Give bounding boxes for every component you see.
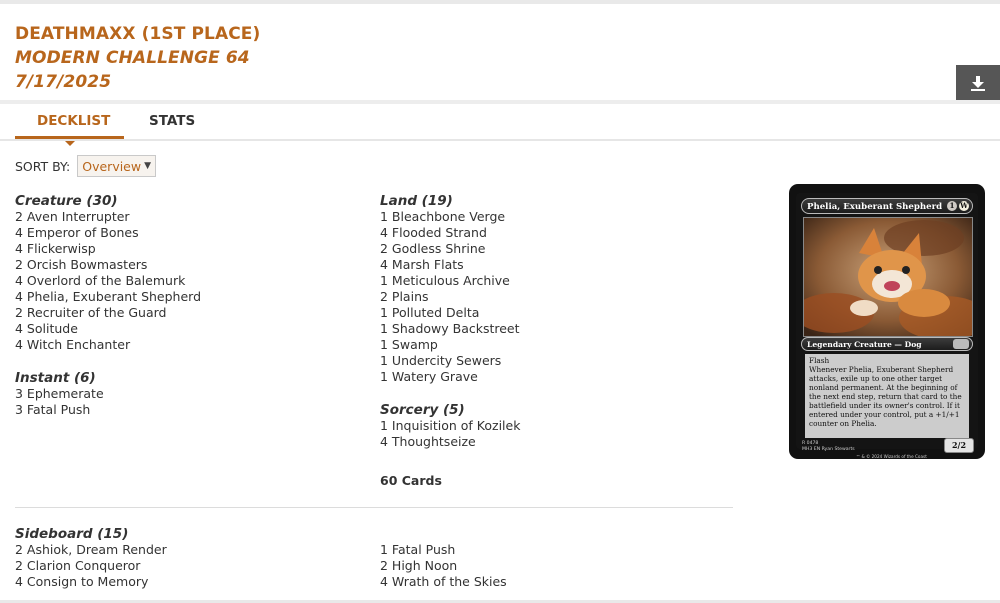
artist-credit: MH3 EN Ryan Stewarts [802,447,855,452]
card-row[interactable]: 2 Recruiter of the Guard [15,305,201,321]
event-name[interactable]: MODERN CHALLENGE 64 [15,46,260,70]
card-preview-image: Phelia, Exuberant Shepherd 1 W Legendary… [789,184,985,459]
card-row[interactable]: 1 Watery Grave [380,369,520,385]
main-deck-right-column: Land (19) 1 Bleachbone Verge 4 Flooded S… [380,193,520,450]
chevron-down-icon: ▼ [144,161,152,171]
card-row[interactable]: 4 Emperor of Bones [15,225,201,241]
mana-cost: 1 W [947,201,969,211]
main-deck-left-column: Creature (30) 2 Aven Interrupter 4 Emper… [15,193,201,418]
tab-stats[interactable]: STATS [149,104,195,138]
sort-select[interactable]: Overview ▼ [77,155,157,177]
card-row[interactable]: 4 Marsh Flats [380,257,520,273]
card-row[interactable]: 2 Orcish Bowmasters [15,257,201,273]
section-title: Creature (30) [15,193,118,209]
card-name-text: Phelia, Exuberant Shepherd [807,202,943,212]
event-date: 7/17/2025 [15,72,112,92]
sideboard-title: Sideboard (15) [15,526,129,542]
top-border [0,0,1000,4]
section-title: Instant (6) [15,370,96,386]
card-row[interactable]: 1 Bleachbone Verge [380,209,520,225]
download-button[interactable] [956,65,1000,100]
card-row[interactable]: 4 Flickerwisp [15,241,201,257]
player-name: DEATHMAXX (1ST PLACE) [15,24,261,44]
card-row[interactable]: 1 Swamp [380,337,520,353]
sort-label: SORT BY: [15,158,71,174]
card-row[interactable]: 3 Fatal Push [15,402,201,418]
card-type-line: Legendary Creature — Dog [801,337,973,351]
card-row[interactable]: 4 Consign to Memory [15,574,167,590]
card-row[interactable]: 4 Wrath of the Skies [380,574,507,590]
section-title: Land (19) [380,193,453,209]
card-row[interactable]: 4 Overlord of the Balemurk [15,273,201,289]
card-row[interactable]: 1 Inquisition of Kozilek [380,418,520,434]
card-row[interactable]: 1 Meticulous Archive [380,273,520,289]
sort-control: SORT BY: Overview ▼ [15,155,157,177]
rules-keyword: Flash [809,356,830,365]
card-row[interactable]: 3 Ephemerate [15,386,201,402]
download-icon [971,75,985,91]
type-line-text: Legendary Creature — Dog [807,340,922,349]
section-title: Sorcery (5) [380,402,465,418]
corgi-illustration [804,218,972,336]
deck-header: DEATHMAXX (1ST PLACE) MODERN CHALLENGE 6… [15,22,260,94]
card-art [803,217,973,337]
card-row[interactable]: 4 Flooded Strand [380,225,520,241]
card-frame: Phelia, Exuberant Shepherd 1 W Legendary… [796,193,978,459]
total-card-count: 60 Cards [380,473,442,488]
set-symbol-icon [953,339,969,349]
card-row[interactable]: 4 Thoughtseize [380,434,520,450]
tabs-divider [0,139,1000,141]
card-row[interactable]: 1 Shadowy Backstreet [380,321,520,337]
card-row[interactable]: 4 Solitude [15,321,201,337]
card-row[interactable]: 2 Godless Shrine [380,241,520,257]
card-row[interactable]: 2 High Noon [380,558,507,574]
sideboard-left-column: Sideboard (15) 2 Ashiok, Dream Render 2 … [15,526,167,590]
card-row[interactable]: 2 Aven Interrupter [15,209,201,225]
card-row[interactable]: 2 Clarion Conqueror [15,558,167,574]
mana-symbol: 1 [947,201,957,211]
card-row[interactable]: 1 Undercity Sewers [380,353,520,369]
rules-ability: Whenever Phelia, Exuberant Shepherd atta… [809,365,962,428]
mana-symbol: W [959,201,969,211]
card-row[interactable]: 1 Polluted Delta [380,305,520,321]
card-row[interactable]: 4 Phelia, Exuberant Shepherd [15,289,201,305]
card-name: Phelia, Exuberant Shepherd 1 W [801,198,973,214]
sideboard-divider [15,507,733,508]
card-row[interactable]: 2 Ashiok, Dream Render [15,542,167,558]
card-row[interactable]: 4 Witch Enchanter [15,337,201,353]
card-row[interactable]: 1 Fatal Push [380,542,507,558]
sideboard-right-column: 1 Fatal Push 2 High Noon 4 Wrath of the … [380,542,507,590]
sort-selected-value: Overview [82,158,142,174]
card-copyright: ™ & © 2024 Wizards of the Coast [856,454,927,459]
card-collector-info: R 0478 MH3 EN Ryan Stewarts [802,441,855,453]
tab-decklist[interactable]: DECKLIST [37,104,110,138]
card-rules-text: Flash Whenever Phelia, Exuberant Shepher… [805,354,969,438]
power-toughness: 2/2 [944,438,974,453]
card-row[interactable]: 2 Plains [380,289,520,305]
